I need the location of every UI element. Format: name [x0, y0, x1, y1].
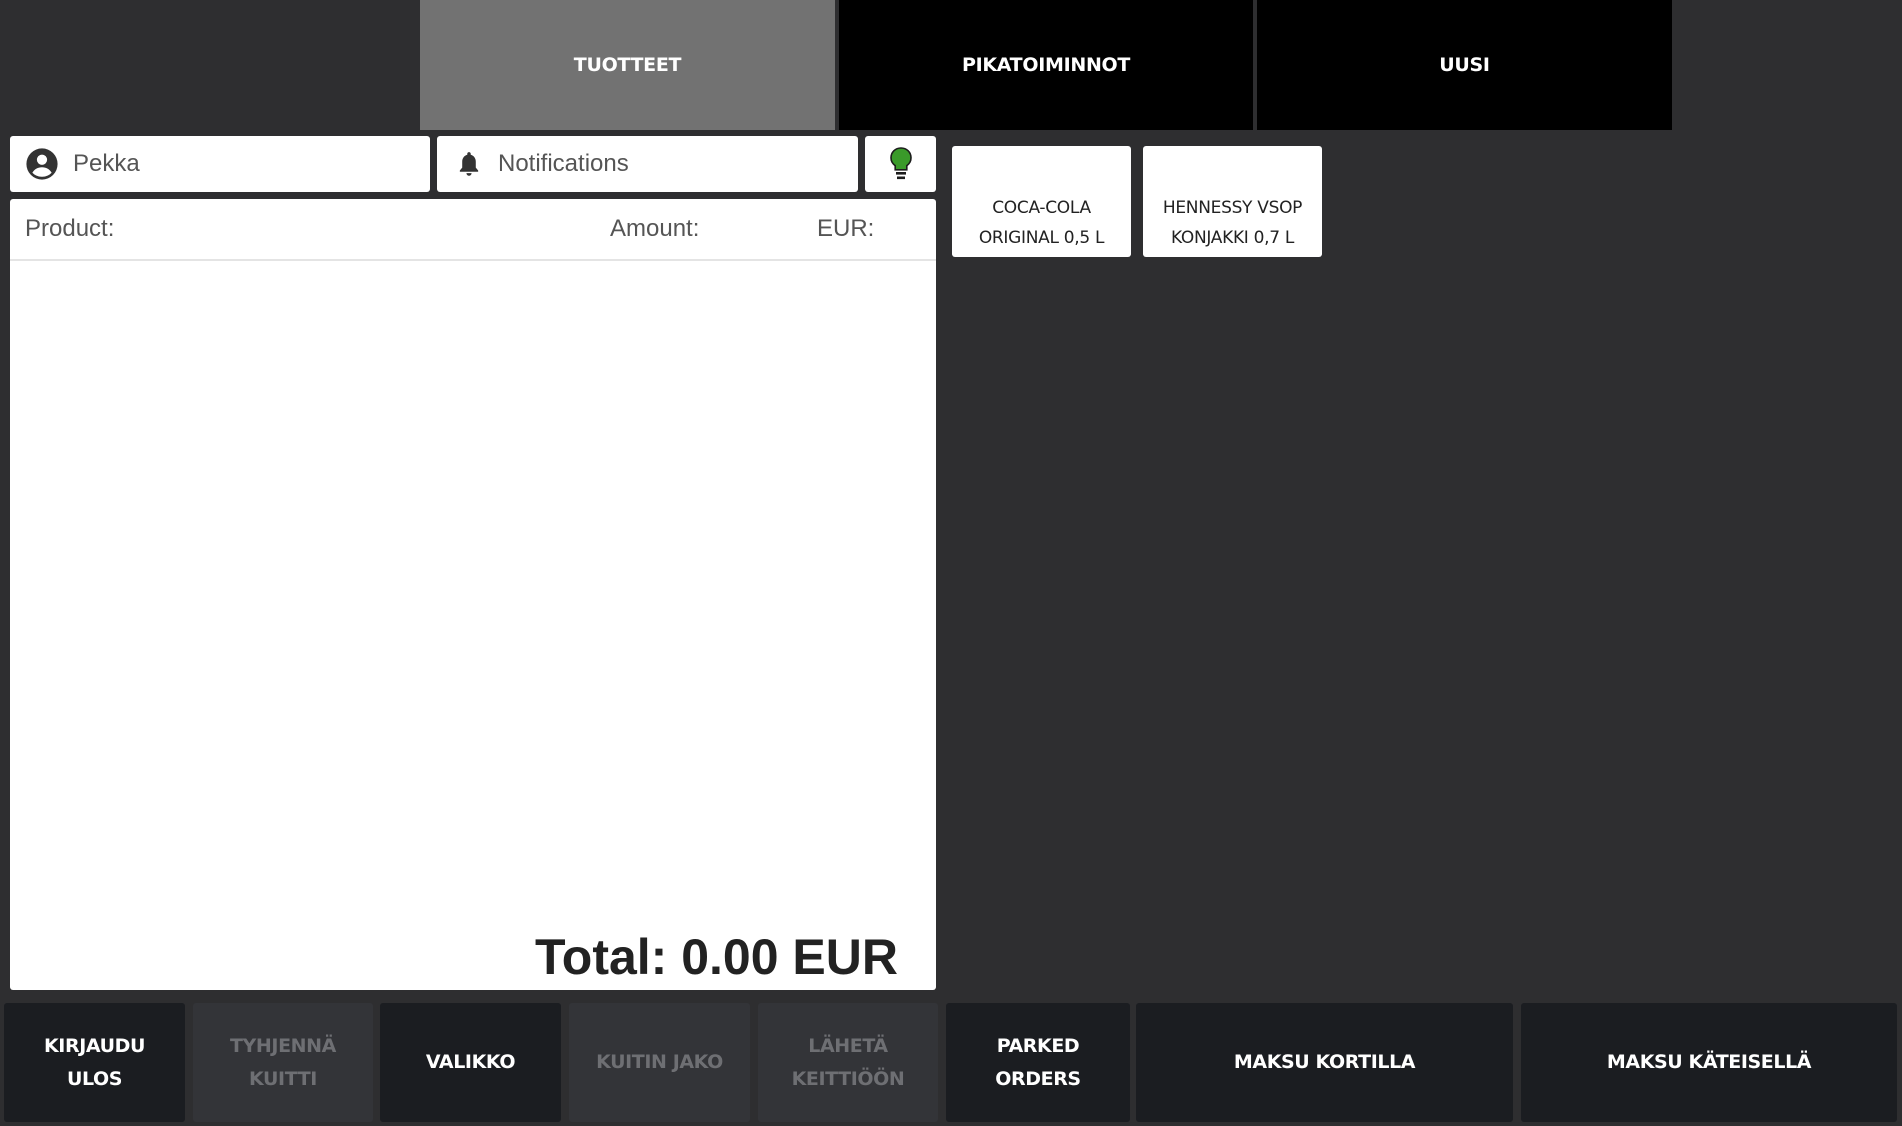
column-eur: EUR:	[817, 215, 875, 242]
send-to-kitchen-button[interactable]: LÄHETÄ KEITTIÖÖN	[758, 1003, 938, 1122]
button-label: KUITIN JAKO	[596, 1051, 723, 1073]
button-label-line1: PARKED	[996, 1034, 1080, 1057]
notifications-button[interactable]: Notifications	[437, 136, 858, 192]
user-name: Pekka	[73, 150, 140, 177]
bell-icon	[455, 150, 483, 178]
button-label-line1: TYHJENNÄ	[230, 1034, 336, 1057]
button-label-line2: ORDERS	[995, 1067, 1081, 1090]
notifications-label: Notifications	[498, 150, 629, 177]
menu-button[interactable]: VALIKKO	[380, 1003, 561, 1122]
clear-receipt-button[interactable]: TYHJENNÄ KUITTI	[193, 1003, 373, 1122]
product-name-line1: HENNESSY VSOP	[1162, 198, 1303, 218]
logout-button[interactable]: KIRJAUDU ULOS	[4, 1003, 185, 1122]
lightbulb-icon	[888, 146, 914, 182]
product-name-line2: KONJAKKI 0,7 L	[1170, 228, 1295, 248]
receipt-items-list[interactable]	[10, 263, 936, 903]
product-name-line2: ORIGINAL 0,5 L	[978, 228, 1105, 248]
button-label: MAKSU KORTILLA	[1233, 1051, 1416, 1073]
button-label-line1: LÄHETÄ	[808, 1034, 888, 1057]
receipt-header: Product: Amount: EUR:	[10, 199, 936, 261]
tab-pikatoiminnot[interactable]: PIKATOIMINNOT	[839, 0, 1253, 130]
receipt-total: Total: 0.00 EUR	[534, 929, 898, 985]
status-button[interactable]	[865, 136, 936, 192]
column-amount: Amount:	[610, 215, 700, 242]
button-label-line2: KUITTI	[249, 1067, 317, 1090]
receipt-panel: Product: Amount: EUR: Total: 0.00 EUR	[10, 199, 936, 990]
button-label: VALIKKO	[425, 1051, 516, 1073]
button-label-line1: KIRJAUDU	[43, 1034, 146, 1057]
user-button[interactable]: Pekka	[10, 136, 430, 192]
button-label-line2: KEITTIÖÖN	[791, 1067, 905, 1090]
pos-screen: TUOTTEET PIKATOIMINNOT UUSI Pekka Notifi…	[0, 0, 1902, 1126]
product-name-line1: COCA-COLA	[992, 198, 1091, 218]
button-label-line2: ULOS	[66, 1067, 123, 1090]
tab-uusi[interactable]: UUSI	[1257, 0, 1672, 130]
tab-tuotteet[interactable]: TUOTTEET	[420, 0, 835, 130]
account-circle-icon	[25, 147, 59, 181]
button-label: MAKSU KÄTEISELLÄ	[1606, 1051, 1812, 1073]
pay-by-card-button[interactable]: MAKSU KORTILLA	[1136, 1003, 1513, 1122]
parked-orders-button[interactable]: PARKED ORDERS	[946, 1003, 1130, 1122]
pay-by-cash-button[interactable]: MAKSU KÄTEISELLÄ	[1521, 1003, 1897, 1122]
split-receipt-button[interactable]: KUITIN JAKO	[569, 1003, 750, 1122]
product-tile-hennessy[interactable]: HENNESSY VSOP KONJAKKI 0,7 L	[1143, 146, 1322, 257]
column-product: Product:	[25, 215, 115, 242]
product-tile-coca-cola[interactable]: COCA-COLA ORIGINAL 0,5 L	[952, 146, 1131, 257]
